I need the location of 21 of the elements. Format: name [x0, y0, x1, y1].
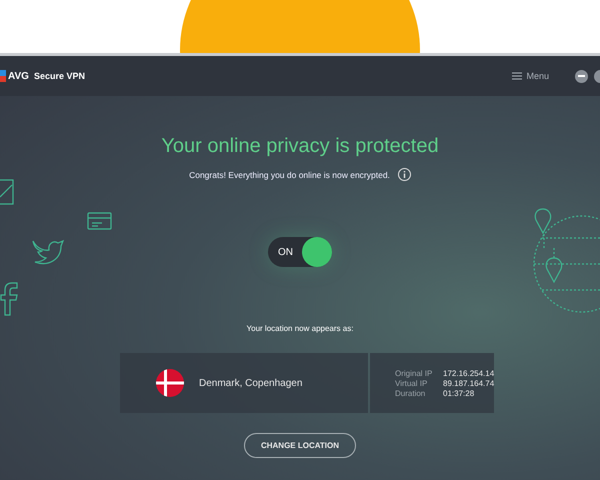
facebook-icon	[0, 282, 18, 316]
credit-card-icon	[87, 212, 112, 230]
location-name: Denmark, Copenhagen	[199, 378, 302, 388]
status-message: Congrats! Everything you do online is now encrypted.	[189, 170, 390, 180]
flag-icon	[156, 369, 184, 397]
menu-icon	[512, 72, 522, 80]
status-headline: Your online privacy is protected	[161, 135, 439, 158]
change-location-button[interactable]: CHANGE LOCATION	[244, 433, 356, 458]
app-logo: AVG	[0, 70, 29, 82]
location-caption: Your location now appears as:	[246, 324, 354, 333]
detail-value: 01:37:28	[443, 388, 476, 398]
detail-label: Virtual IP	[395, 378, 428, 388]
app-name: Secure VPN	[34, 71, 85, 81]
detail-label: Original IP	[395, 368, 434, 378]
vpn-toggle[interactable]: ON	[268, 237, 332, 267]
detail-value: 89.187.164.74	[443, 378, 494, 388]
detail-label: Duration	[395, 388, 426, 398]
detail-value: 172.16.254.14	[443, 368, 494, 378]
info-icon[interactable]	[398, 168, 411, 181]
menu-button[interactable]: Menu	[512, 71, 549, 81]
minimize-button[interactable]	[575, 70, 588, 82]
